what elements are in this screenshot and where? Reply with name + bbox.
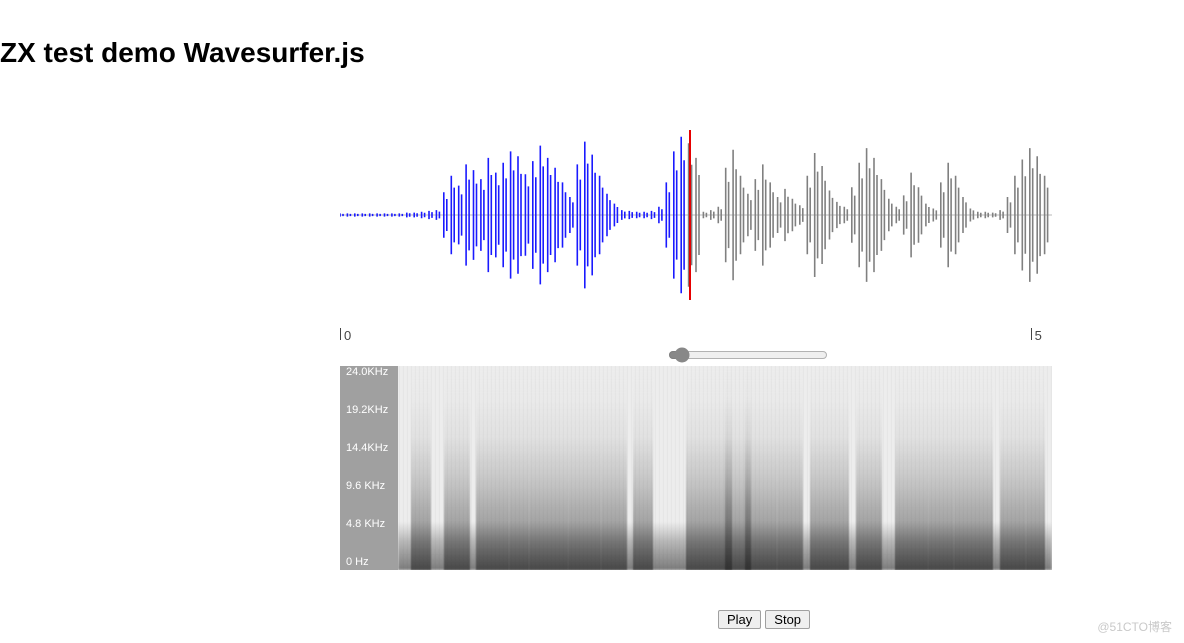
playback-controls: Play Stop bbox=[718, 610, 810, 629]
spectrogram-band bbox=[444, 366, 470, 570]
spectrogram-display[interactable]: 24.0KHz 19.2KHz 14.4KHz 9.6 KHz 4.8 KHz 0 Hz bbox=[340, 366, 1052, 570]
frequency-label: 14.4KHz bbox=[346, 442, 388, 454]
spectrogram-band bbox=[745, 366, 778, 570]
spectrogram-band bbox=[895, 366, 928, 570]
spectrogram-band bbox=[810, 366, 849, 570]
spectrogram-band bbox=[568, 366, 601, 570]
spectrogram-band bbox=[633, 366, 653, 570]
zoom-slider-wrap bbox=[666, 345, 826, 367]
frequency-axis: 24.0KHz 19.2KHz 14.4KHz 9.6 KHz 4.8 KHz 0 Hz bbox=[340, 366, 398, 570]
spectrogram-band bbox=[411, 366, 431, 570]
frequency-label: 0 Hz bbox=[346, 556, 369, 568]
spectrogram-band bbox=[777, 366, 803, 570]
play-button[interactable]: Play bbox=[718, 610, 761, 629]
waveform-display[interactable] bbox=[340, 130, 1052, 300]
spectrogram-band bbox=[601, 366, 627, 570]
spectrogram-band bbox=[476, 366, 509, 570]
zoom-slider[interactable] bbox=[668, 347, 828, 363]
timeline-label: 0 bbox=[344, 328, 351, 343]
spectrogram-band bbox=[1026, 366, 1046, 570]
spectrogram-band bbox=[856, 366, 882, 570]
frequency-label: 19.2KHz bbox=[346, 404, 388, 416]
spectrogram-band bbox=[529, 366, 568, 570]
timeline-label: 5 bbox=[1035, 328, 1042, 343]
timeline-tick bbox=[340, 328, 341, 340]
frequency-label: 9.6 KHz bbox=[346, 480, 385, 492]
watermark-text: @51CTO博客 bbox=[1097, 618, 1172, 635]
frequency-label: 24.0KHz bbox=[346, 366, 388, 378]
spectrogram-band bbox=[1000, 366, 1026, 570]
timeline-tick bbox=[1031, 328, 1032, 340]
playhead-cursor[interactable] bbox=[689, 130, 691, 300]
spectrogram-band bbox=[509, 366, 529, 570]
page-title: ZX test demo Wavesurfer.js bbox=[0, 37, 365, 69]
frequency-label: 4.8 KHz bbox=[346, 518, 385, 530]
stop-button[interactable]: Stop bbox=[765, 610, 810, 629]
spectrogram-band bbox=[928, 366, 954, 570]
waveform-svg bbox=[340, 130, 1052, 300]
spectrogram-body bbox=[398, 366, 1052, 570]
spectrogram-band bbox=[954, 366, 993, 570]
